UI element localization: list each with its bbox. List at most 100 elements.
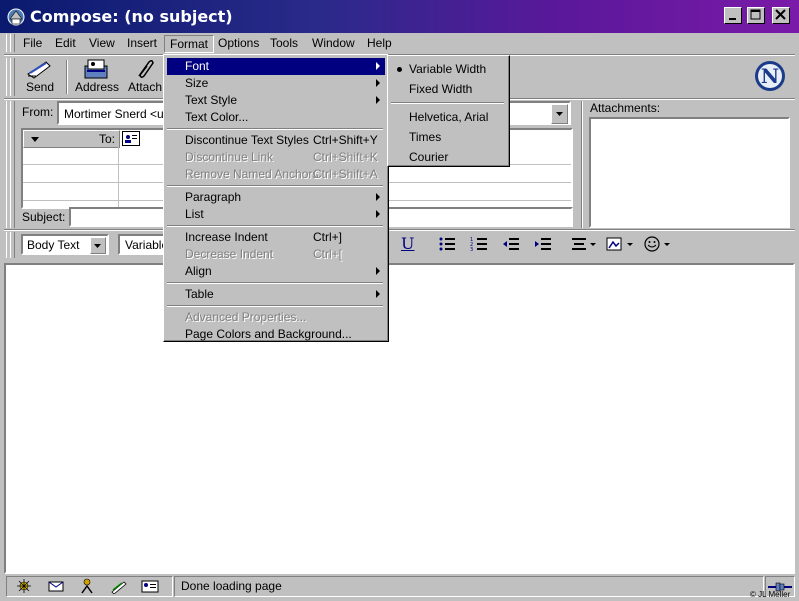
minimize-button[interactable] <box>724 7 742 24</box>
triangle-down-icon <box>31 137 39 142</box>
menubar-grip-2[interactable] <box>10 34 15 52</box>
netscape-app-icon[interactable] <box>6 7 26 27</box>
format-menu-item-discontinue-text-styles[interactable]: Discontinue Text Styles Ctrl+Shift+Y <box>167 132 385 149</box>
from-dropdown-button[interactable] <box>551 104 568 124</box>
address-book-component-icon[interactable] <box>141 578 159 597</box>
underline-button[interactable]: U <box>401 234 414 253</box>
menu-item-shortcut: Ctrl+Shift+A <box>313 167 378 181</box>
header-grip-2[interactable] <box>10 101 15 228</box>
indent-icon <box>535 238 551 250</box>
paragraph-style-dropdown-button[interactable] <box>90 237 106 254</box>
chevron-down-icon <box>94 244 101 248</box>
format-menu-item-text-style[interactable]: Text Style <box>167 92 385 109</box>
message-body-editor[interactable] <box>4 263 795 574</box>
format-menu-item-increase-indent[interactable]: Increase Indent Ctrl+] <box>167 229 385 246</box>
attachments-pane[interactable] <box>589 117 790 228</box>
format-toolbar-grip-2[interactable] <box>10 232 15 258</box>
format-menu-item-align[interactable]: Align <box>167 263 385 280</box>
format-menu-item-text-color[interactable]: Text Color... <box>167 109 385 126</box>
navigator-component-icon[interactable] <box>15 578 33 597</box>
menu-view[interactable]: View <box>89 35 115 51</box>
menu-item-label: Increase Indent <box>185 230 268 244</box>
paragraph-style-select[interactable]: Body Text <box>21 234 109 255</box>
send-label: Send <box>25 80 55 94</box>
menu-file[interactable]: File <box>23 35 42 51</box>
mail-component-icon[interactable] <box>47 578 65 597</box>
toolbar-grip-2[interactable] <box>10 58 15 96</box>
outdent-icon <box>503 238 519 250</box>
font-submenu-item-variable-width[interactable]: Variable Width <box>391 61 506 78</box>
menu-item-label: List <box>185 207 204 221</box>
attachments-label: Attachments: <box>590 101 661 115</box>
address-book-icon <box>84 59 108 79</box>
menu-item-label: Paragraph <box>185 190 242 204</box>
address-label: Address <box>74 80 120 94</box>
bullet-list-button[interactable] <box>438 236 456 255</box>
insert-image-button[interactable] <box>606 235 636 255</box>
menu-edit[interactable]: Edit <box>55 35 76 51</box>
numbered-list-icon: 123 <box>470 237 487 253</box>
composer-component-icon[interactable] <box>110 578 128 597</box>
close-button[interactable] <box>772 7 790 24</box>
menu-item-shortcut: Ctrl+] <box>313 230 343 244</box>
menu-tools[interactable]: Tools <box>270 35 298 51</box>
inbox-icon <box>48 581 64 592</box>
netscape-n-icon: N <box>755 61 785 91</box>
font-submenu-item-courier[interactable]: Courier <box>391 149 506 166</box>
submenu-arrow-icon <box>376 210 380 218</box>
menu-format[interactable]: Format <box>164 35 215 53</box>
menu-item-shortcut: Ctrl+Shift+Y <box>313 133 378 147</box>
status-text-panel: Done loading page <box>174 576 764 597</box>
underline-icon: U <box>401 234 415 253</box>
menu-item-label: Decrease Indent <box>185 247 274 261</box>
menu-item-label: Table <box>185 287 214 301</box>
send-button[interactable]: Send <box>18 58 62 96</box>
font-submenu-item-times[interactable]: Times <box>391 129 506 146</box>
window-title: Compose: (no subject) <box>30 7 233 26</box>
from-value: Mortimer Snerd <use <box>64 107 177 121</box>
bullet-list-icon <box>439 237 455 251</box>
format-menu-item-advanced-properties: Advanced Properties... <box>167 309 385 326</box>
increase-indent-button[interactable] <box>534 236 552 255</box>
menu-window[interactable]: Window <box>312 35 355 51</box>
format-menu-item-table[interactable]: Table <box>167 286 385 303</box>
format-menu-item-page-colors-and-background[interactable]: Page Colors and Background... <box>167 326 385 343</box>
smiley-button[interactable] <box>643 235 673 255</box>
alignment-button[interactable] <box>571 236 597 255</box>
numbered-list-button[interactable]: 123 <box>470 236 488 255</box>
svg-text:3: 3 <box>470 247 473 252</box>
format-menu-item-size[interactable]: Size <box>167 75 385 92</box>
address-button[interactable]: Address <box>73 58 121 96</box>
netscape-logo[interactable]: N <box>754 60 786 92</box>
menu-item-label: Advanced Properties... <box>185 310 307 324</box>
font-submenu-item-fixed-width[interactable]: Fixed Width <box>391 81 506 98</box>
menu-item-label: Remove Named Anchors <box>185 167 319 181</box>
menu-item-label: Times <box>409 130 442 144</box>
submenu-arrow-icon <box>376 267 380 275</box>
menu-item-label: Size <box>185 76 209 90</box>
menu-insert[interactable]: Insert <box>127 35 157 51</box>
format-menu-item-paragraph[interactable]: Paragraph <box>167 189 385 206</box>
decrease-indent-button[interactable] <box>502 236 520 255</box>
attach-button[interactable]: Attach <box>127 58 163 96</box>
menu-options[interactable]: Options <box>218 35 259 51</box>
font-select[interactable]: Variable <box>118 234 168 255</box>
from-label: From: <box>22 105 54 119</box>
menu-separator <box>167 282 383 284</box>
people-component-icon[interactable] <box>78 578 96 597</box>
font-value: Variable <box>125 238 169 252</box>
status-bar: Done loading page <box>4 576 795 597</box>
maximize-button[interactable] <box>747 7 765 24</box>
menu-separator <box>391 102 504 104</box>
align-center-icon <box>572 238 596 250</box>
font-submenu-item-helvetica-arial[interactable]: Helvetica, Arial <box>391 109 506 126</box>
person-icon <box>81 578 93 594</box>
title-bar[interactable]: Compose: (no subject) <box>0 0 799 33</box>
toolbar-separator <box>66 60 68 94</box>
format-menu-item-list[interactable]: List <box>167 206 385 223</box>
menu-help[interactable]: Help <box>367 35 392 51</box>
pane-splitter[interactable] <box>581 101 583 228</box>
recipient-type-header[interactable]: To: <box>23 130 120 148</box>
format-menu-item-font[interactable]: Font <box>167 58 385 75</box>
menu-separator <box>167 225 383 227</box>
